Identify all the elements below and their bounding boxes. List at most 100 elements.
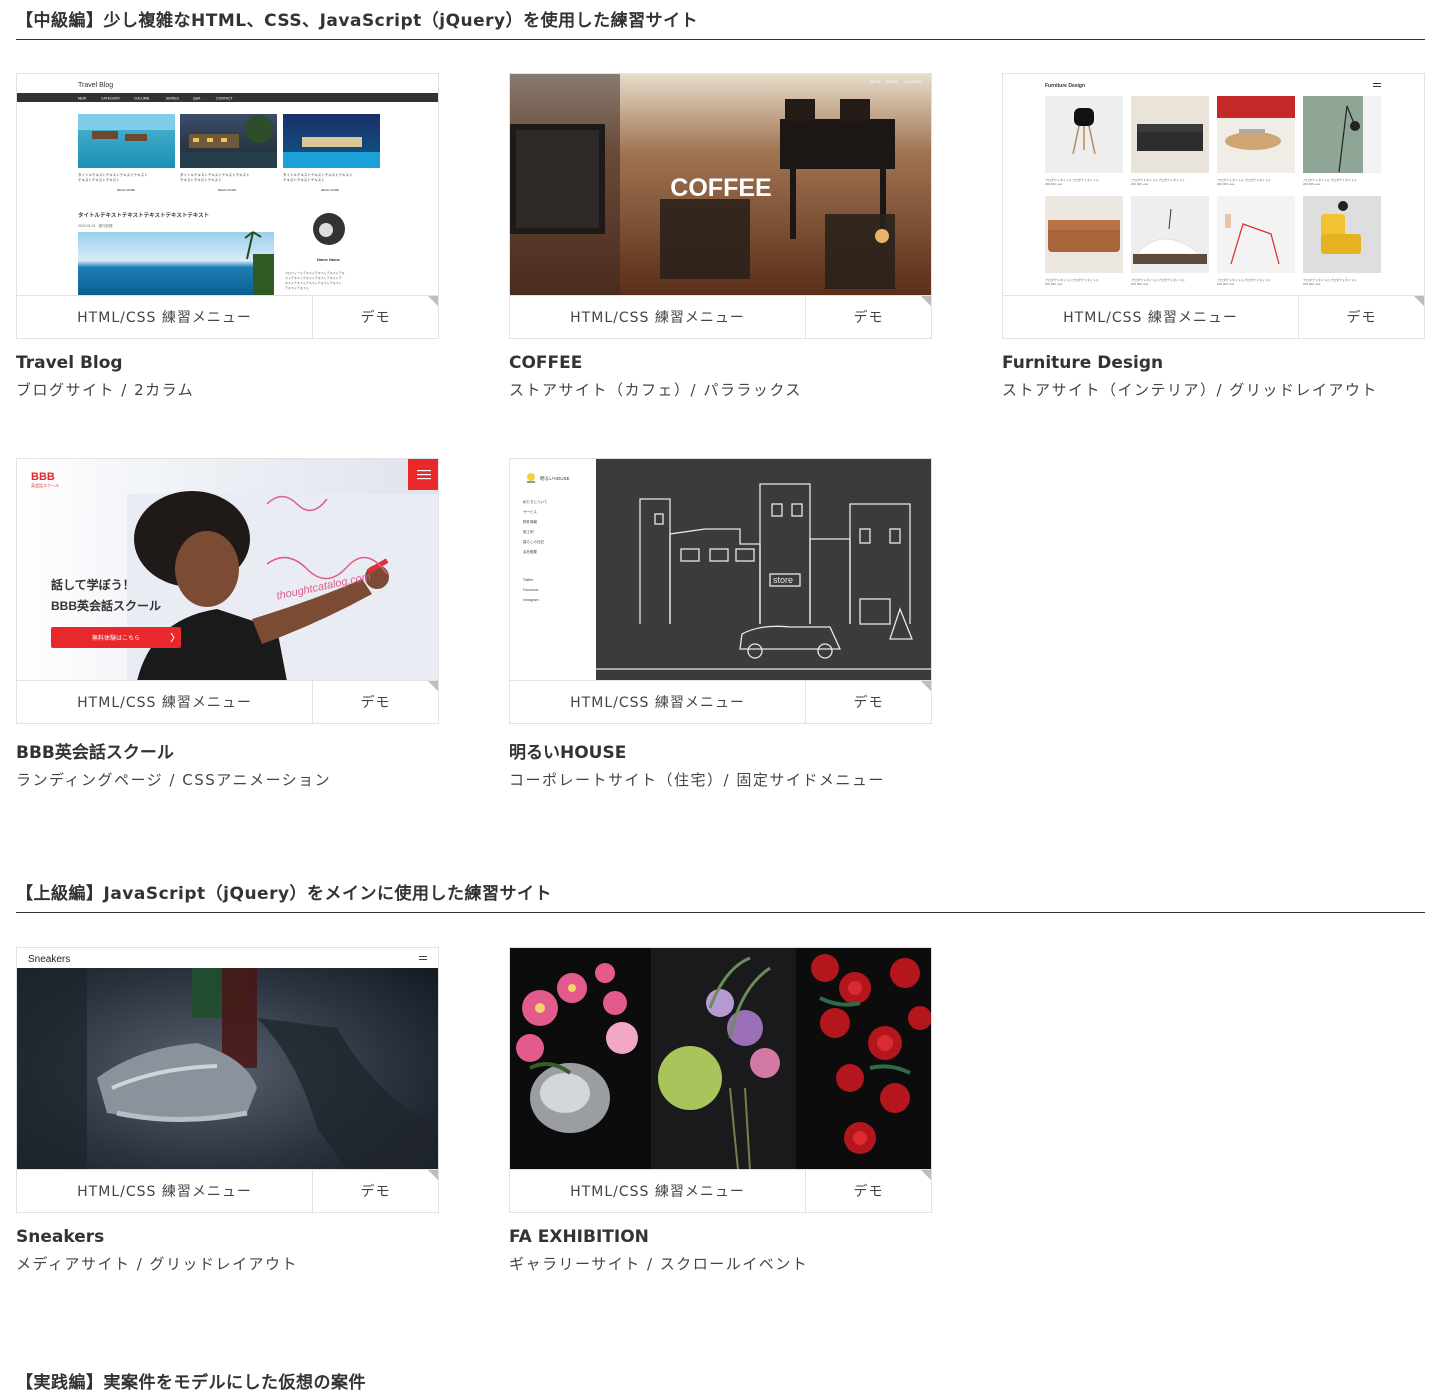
svg-text:BBB英会話スクール: BBB英会話スクール — [51, 598, 161, 613]
svg-text:NEW: NEW — [78, 97, 87, 101]
practice-menu-button[interactable]: HTML/CSS 練習メニュー — [17, 681, 313, 723]
svg-text:Name Name: Name Name — [317, 257, 341, 262]
card-description: ブログサイト / 2カラム — [16, 381, 195, 399]
svg-text:¥00,000 +tax: ¥00,000 +tax — [1045, 182, 1063, 186]
thumbnail-travel-blog[interactable]: Travel Blog NEW CATEGORY COLUMN SERIES Q… — [16, 73, 439, 295]
card-description: ストアサイト（インテリア）/ グリッドレイアウト — [1002, 381, 1378, 399]
svg-text:¥00,000 +tax: ¥00,000 +tax — [1131, 282, 1149, 286]
card-title[interactable]: BBB英会話スクール — [16, 738, 439, 763]
svg-text:Q&A: Q&A — [193, 97, 201, 101]
button-row: HTML/CSS 練習メニュー デモ — [16, 680, 439, 724]
svg-text:テキストテキスト: テキストテキスト — [285, 285, 309, 290]
thumbnail-sneakers[interactable]: Sneakers — [16, 947, 439, 1169]
preview-hero-text: COFFEE — [670, 174, 771, 202]
thumbnail-bbb-english-school[interactable]: thoughtcatalog.com BBB 英会話スクール 話して学ぼう！ B… — [16, 458, 439, 680]
preview-site-title: Sneakers — [28, 954, 70, 965]
thumbnail-akarui-house[interactable]: 明るいHOUSE 私たちについて サービス 物件情報 施工例 暮らしの日記 会社… — [509, 458, 932, 680]
demo-button[interactable]: デモ — [806, 681, 931, 723]
section-heading-practical: 【実践編】実案件をモデルにした仮想の案件 — [16, 1373, 366, 1393]
svg-text:store: store — [773, 575, 793, 585]
demo-button[interactable]: デモ — [313, 681, 438, 723]
practice-menu-button[interactable]: HTML/CSS 練習メニュー — [17, 296, 313, 338]
svg-text:¥00,000 +tax: ¥00,000 +tax — [1045, 282, 1063, 286]
svg-text:話して学ぼう！: 話して学ぼう！ — [51, 577, 135, 592]
card-description: ランディングページ / CSSアニメーション — [16, 771, 332, 789]
practice-menu-button[interactable]: HTML/CSS 練習メニュー — [510, 296, 806, 338]
practice-menu-button[interactable]: HTML/CSS 練習メニュー — [510, 681, 806, 723]
svg-text:LOCATION: LOCATION — [904, 80, 922, 84]
preview-site-title: Travel Blog — [78, 82, 113, 89]
demo-button[interactable]: デモ — [313, 296, 438, 338]
demo-button[interactable]: デモ — [313, 1170, 438, 1212]
svg-text:テキストテキストテキスト: テキストテキストテキスト — [180, 177, 222, 182]
svg-text:READ MORE: READ MORE — [218, 188, 236, 192]
card-sneakers: Sneakers HTML/CSS 練習メニュー デモ Sneakers メディ… — [16, 947, 439, 1274]
card-description: ギャラリーサイト / スクロールイベント — [509, 1255, 809, 1273]
practice-menu-button[interactable]: HTML/CSS 練習メニュー — [17, 1170, 313, 1212]
card-description: メディアサイト / グリッドレイアウト — [16, 1255, 299, 1273]
svg-text:READ MORE: READ MORE — [321, 188, 339, 192]
preview-logo: BBB — [31, 471, 55, 483]
thumbnail-fa-exhibition[interactable] — [509, 947, 932, 1169]
svg-text:ABOUT: ABOUT — [886, 80, 899, 84]
card-travel-blog: Travel Blog NEW CATEGORY COLUMN SERIES Q… — [16, 73, 439, 400]
svg-text:施工例: 施工例 — [523, 529, 534, 534]
svg-text:プロフィールテキストテキストテキストテキ: プロフィールテキストテキストテキストテキ — [285, 270, 345, 275]
svg-text:¥00,000 +tax: ¥00,000 +tax — [1131, 182, 1149, 186]
svg-text:¥00,000 +tax: ¥00,000 +tax — [1217, 282, 1235, 286]
svg-text:2020.01.01 · 旅行記録: 2020.01.01 · 旅行記録 — [78, 223, 113, 228]
svg-text:¥00,000 +tax: ¥00,000 +tax — [1217, 182, 1235, 186]
svg-text:タイトルテキストテキストテキストテキスト: タイトルテキストテキストテキストテキスト — [78, 172, 148, 177]
card-description: ストアサイト（カフェ）/ パララックス — [509, 381, 802, 399]
card-bbb-english-school: thoughtcatalog.com BBB 英会話スクール 話して学ぼう！ B… — [16, 458, 439, 790]
thumbnail-furniture-design[interactable]: Furniture Design プロダクトタイトルプロダクトタイトル ¥00,… — [1002, 73, 1425, 295]
card-coffee: COFFEE MENU ABOUT LOCATION HTML/CSS 練習メニ… — [509, 73, 932, 400]
svg-text:READ MORE: READ MORE — [117, 188, 135, 192]
svg-text:テキストテキストテキスト: テキストテキストテキスト — [283, 177, 325, 182]
svg-text:会社概要: 会社概要 — [523, 549, 537, 554]
svg-text:テキストテキストテキスト: テキストテキストテキスト — [78, 177, 120, 182]
svg-text:ストテキストテキストテキストテキストテ: ストテキストテキストテキストテキストテ — [285, 275, 342, 280]
svg-text:タイトルテキストテキストテキストテキストテキスト: タイトルテキストテキストテキストテキストテキスト — [78, 211, 209, 219]
card-title[interactable]: FA EXHIBITION — [509, 1227, 932, 1247]
practice-menu-button[interactable]: HTML/CSS 練習メニュー — [1003, 296, 1299, 338]
card-title[interactable]: 明るいHOUSE — [509, 738, 932, 763]
card-akarui-house: 明るいHOUSE 私たちについて サービス 物件情報 施工例 暮らしの日記 会社… — [509, 458, 932, 790]
svg-text:暮らしの日記: 暮らしの日記 — [523, 539, 544, 544]
demo-button[interactable]: デモ — [1299, 296, 1424, 338]
button-row: HTML/CSS 練習メニュー デモ — [509, 680, 932, 724]
svg-text:SERIES: SERIES — [166, 97, 180, 101]
section-heading-advanced: 【上級編】JavaScript（jQuery）をメインに使用した練習サイト — [16, 879, 1425, 913]
svg-text:無料体験はこちら: 無料体験はこちら — [92, 634, 140, 642]
svg-text:サービス: サービス — [523, 509, 537, 514]
button-row: HTML/CSS 練習メニュー デモ — [509, 295, 932, 339]
svg-text:物件情報: 物件情報 — [523, 519, 537, 524]
demo-button[interactable]: デモ — [806, 296, 931, 338]
svg-text:Instagram: Instagram — [523, 598, 539, 602]
svg-text:私たちについて: 私たちについて — [523, 499, 548, 504]
card-description: コーポレートサイト（住宅）/ 固定サイドメニュー — [509, 771, 885, 789]
card-title[interactable]: Furniture Design — [1002, 353, 1425, 373]
svg-text:タイトルテキストテキストテキストテキスト: タイトルテキストテキストテキストテキスト — [180, 172, 250, 177]
card-furniture-design: Furniture Design プロダクトタイトルプロダクトタイトル ¥00,… — [1002, 73, 1425, 400]
svg-text:キストテキストテキストテキストテキスト: キストテキストテキストテキストテキスト — [285, 280, 342, 285]
thumbnail-coffee[interactable]: COFFEE MENU ABOUT LOCATION — [509, 73, 932, 295]
demo-button[interactable]: デモ — [806, 1170, 931, 1212]
svg-text:Furniture Design: Furniture Design — [1045, 83, 1085, 89]
svg-text:MENU: MENU — [870, 80, 881, 84]
section-heading-intermediate: 【中級編】少し複雑なHTML、CSS、JavaScript（jQuery）を使用… — [16, 6, 1425, 40]
card-title[interactable]: Sneakers — [16, 1227, 439, 1247]
button-row: HTML/CSS 練習メニュー デモ — [509, 1169, 932, 1213]
card-fa-exhibition: HTML/CSS 練習メニュー デモ FA EXHIBITION ギャラリーサイ… — [509, 947, 932, 1274]
svg-text:Facebook: Facebook — [523, 588, 539, 592]
svg-text:¥00,000 +tax: ¥00,000 +tax — [1303, 282, 1321, 286]
svg-text:英会話スクール: 英会話スクール — [31, 482, 59, 488]
card-title[interactable]: COFFEE — [509, 353, 932, 373]
svg-text:Twitter: Twitter — [523, 578, 534, 582]
practice-menu-button[interactable]: HTML/CSS 練習メニュー — [510, 1170, 806, 1212]
card-title[interactable]: Travel Blog — [16, 353, 439, 373]
button-row: HTML/CSS 練習メニュー デモ — [1002, 295, 1425, 339]
svg-text:CATEGORY: CATEGORY — [101, 97, 121, 101]
button-row: HTML/CSS 練習メニュー デモ — [16, 295, 439, 339]
svg-text:タイトルテキストテキストテキストテキスト: タイトルテキストテキストテキストテキスト — [283, 172, 353, 177]
